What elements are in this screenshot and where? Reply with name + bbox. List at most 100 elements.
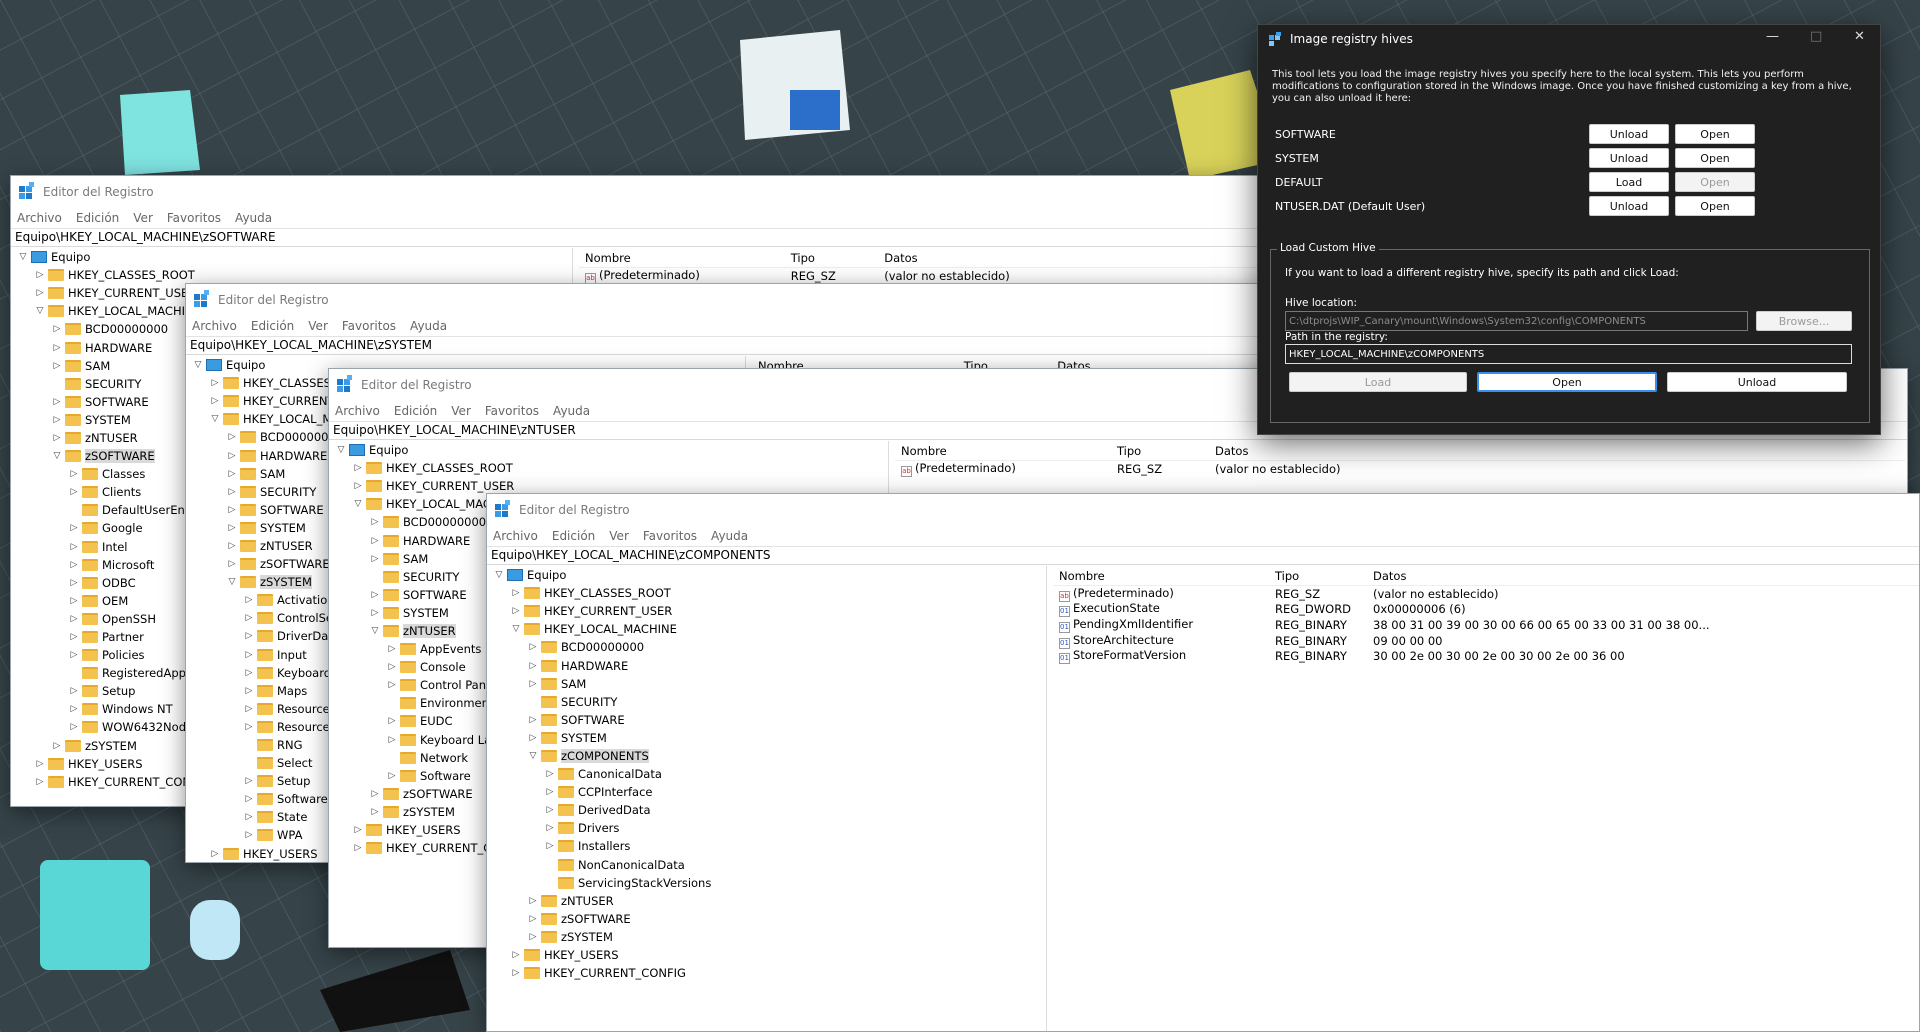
chevron-right-icon[interactable]: ▷ xyxy=(527,914,539,924)
chevron-right-icon[interactable]: ▷ xyxy=(243,722,255,732)
chevron-right-icon[interactable]: ▷ xyxy=(243,686,255,696)
value-row[interactable]: 01 StoreArchitecture REG_BINARY 09 00 00 00 xyxy=(1053,633,1919,649)
tree-node[interactable]: ▽ Equipo xyxy=(487,566,1046,584)
chevron-right-icon[interactable]: ▷ xyxy=(369,608,381,618)
chevron-right-icon[interactable]: ▷ xyxy=(352,463,364,473)
column-header-type[interactable]: Tipo xyxy=(1111,444,1209,458)
chevron-right-icon[interactable]: ▷ xyxy=(544,823,556,833)
menu-ayuda[interactable]: Ayuda xyxy=(711,529,748,543)
chevron-right-icon[interactable]: ▷ xyxy=(68,650,80,660)
tree-node[interactable]: NonCanonicalData xyxy=(487,856,1046,874)
tree-node[interactable]: ▽ Equipo xyxy=(11,248,572,266)
column-header-data[interactable]: Datos xyxy=(878,251,1259,265)
close-icon[interactable]: ✕ xyxy=(1854,29,1865,44)
menu-edicion[interactable]: Edición xyxy=(552,529,595,543)
chevron-right-icon[interactable]: ▷ xyxy=(68,560,80,570)
chevron-right-icon[interactable]: ▷ xyxy=(68,722,80,732)
menu-ver[interactable]: Ver xyxy=(609,529,629,543)
title-bar[interactable]: Editor del Registro xyxy=(11,176,1259,208)
title-bar[interactable]: Editor del Registro xyxy=(186,284,1434,316)
tree-node[interactable]: ▷ HKEY_CLASSES_ROOT xyxy=(487,584,1046,602)
chevron-right-icon[interactable]: ▷ xyxy=(34,270,46,280)
chevron-right-icon[interactable]: ▷ xyxy=(369,536,381,546)
chevron-down-icon[interactable]: ▽ xyxy=(369,626,381,636)
chevron-down-icon[interactable]: ▽ xyxy=(352,499,364,509)
value-row[interactable]: ab (Predeterminado) REG_SZ (valor no establ… xyxy=(579,268,1259,284)
hive-open-button[interactable]: Open xyxy=(1675,124,1755,144)
chevron-right-icon[interactable]: ▷ xyxy=(243,631,255,641)
chevron-right-icon[interactable]: ▷ xyxy=(226,451,238,461)
address-bar[interactable]: Equipo\HKEY_LOCAL_MACHINE\zSYSTEM xyxy=(186,336,1434,355)
menu-archivo[interactable]: Archivo xyxy=(192,319,237,333)
chevron-right-icon[interactable]: ▷ xyxy=(243,613,255,623)
value-row[interactable]: 01 PendingXmlIdentifier REG_BINARY 38 00 31… xyxy=(1053,617,1919,633)
chevron-right-icon[interactable]: ▷ xyxy=(369,517,381,527)
chevron-right-icon[interactable]: ▷ xyxy=(51,433,63,443)
chevron-right-icon[interactable]: ▷ xyxy=(386,771,398,781)
chevron-right-icon[interactable]: ▷ xyxy=(369,554,381,564)
chevron-right-icon[interactable]: ▷ xyxy=(51,324,63,334)
chevron-right-icon[interactable]: ▷ xyxy=(527,932,539,942)
chevron-right-icon[interactable]: ▷ xyxy=(243,595,255,605)
chevron-right-icon[interactable]: ▷ xyxy=(209,378,221,388)
chevron-right-icon[interactable]: ▷ xyxy=(544,787,556,797)
hive-load-unload-button[interactable]: Unload xyxy=(1589,196,1669,216)
chevron-right-icon[interactable]: ▷ xyxy=(243,794,255,804)
chevron-right-icon[interactable]: ▷ xyxy=(386,716,398,726)
chevron-right-icon[interactable]: ▷ xyxy=(226,559,238,569)
hive-location-field[interactable]: C:\dtprojs\WIP_Canary\mount\Windows\Syst… xyxy=(1285,311,1748,331)
tree-node[interactable]: ▷ DerivedData xyxy=(487,801,1046,819)
tree-node[interactable]: ▷ Drivers xyxy=(487,819,1046,837)
chevron-right-icon[interactable]: ▷ xyxy=(226,469,238,479)
chevron-right-icon[interactable]: ▷ xyxy=(386,680,398,690)
tree-node[interactable]: ▷ zSOFTWARE xyxy=(487,910,1046,928)
chevron-right-icon[interactable]: ▷ xyxy=(386,662,398,672)
column-header-name[interactable]: Nombre xyxy=(579,251,785,265)
value-row[interactable]: 01 ExecutionState REG_DWORD 0x00000006 (6) xyxy=(1053,601,1919,618)
chevron-right-icon[interactable]: ▷ xyxy=(243,668,255,678)
value-row[interactable]: ab (Predeterminado) REG_SZ (valor no establ… xyxy=(895,461,1905,477)
tree-node[interactable]: ▷ HKEY_CLASSES_ROOT xyxy=(329,459,888,477)
chevron-right-icon[interactable]: ▷ xyxy=(68,578,80,588)
menu-ayuda[interactable]: Ayuda xyxy=(410,319,447,333)
path-in-registry-field[interactable]: HKEY_LOCAL_MACHINE\zCOMPONENTS xyxy=(1285,344,1852,364)
value-row[interactable]: ab (Predeterminado) REG_SZ (valor no establ… xyxy=(1053,586,1919,602)
load-custom-button[interactable]: Load xyxy=(1289,372,1467,392)
chevron-right-icon[interactable]: ▷ xyxy=(527,733,539,743)
chevron-right-icon[interactable]: ▷ xyxy=(527,642,539,652)
tree-node[interactable]: ▷ BCD00000000 xyxy=(487,638,1046,656)
tree-node[interactable]: ▷ HKEY_CURRENT_USER xyxy=(487,602,1046,620)
menu-favoritos[interactable]: Favoritos xyxy=(167,211,221,225)
chevron-right-icon[interactable]: ▷ xyxy=(51,415,63,425)
chevron-right-icon[interactable]: ▷ xyxy=(51,741,63,751)
chevron-right-icon[interactable]: ▷ xyxy=(544,769,556,779)
chevron-right-icon[interactable]: ▷ xyxy=(226,432,238,442)
menu-favoritos[interactable]: Favoritos xyxy=(342,319,396,333)
column-header-type[interactable]: Tipo xyxy=(785,251,879,265)
chevron-right-icon[interactable]: ▷ xyxy=(68,704,80,714)
menu-ver[interactable]: Ver xyxy=(133,211,153,225)
chevron-right-icon[interactable]: ▷ xyxy=(51,361,63,371)
chevron-right-icon[interactable]: ▷ xyxy=(527,661,539,671)
tree-node[interactable]: ▷ CanonicalData xyxy=(487,765,1046,783)
menu-ayuda[interactable]: Ayuda xyxy=(553,404,590,418)
tree-node[interactable]: ▷ SYSTEM xyxy=(487,729,1046,747)
chevron-down-icon[interactable]: ▽ xyxy=(527,751,539,761)
chevron-right-icon[interactable]: ▷ xyxy=(51,343,63,353)
hive-load-unload-button[interactable]: Unload xyxy=(1589,148,1669,168)
menu-archivo[interactable]: Archivo xyxy=(493,529,538,543)
column-header-data[interactable]: Datos xyxy=(1367,569,1767,583)
chevron-right-icon[interactable]: ▷ xyxy=(243,776,255,786)
chevron-down-icon[interactable]: ▽ xyxy=(209,414,221,424)
chevron-down-icon[interactable]: ▽ xyxy=(51,451,63,461)
menu-ver[interactable]: Ver xyxy=(308,319,328,333)
chevron-right-icon[interactable]: ▷ xyxy=(544,841,556,851)
hive-open-button[interactable]: Open xyxy=(1675,172,1755,192)
chevron-right-icon[interactable]: ▷ xyxy=(510,968,522,978)
chevron-down-icon[interactable]: ▽ xyxy=(335,445,347,455)
open-custom-button[interactable]: Open xyxy=(1477,372,1657,392)
chevron-right-icon[interactable]: ▷ xyxy=(34,777,46,787)
address-bar[interactable]: Equipo\HKEY_LOCAL_MACHINE\zCOMPONENTS xyxy=(487,546,1919,565)
chevron-right-icon[interactable]: ▷ xyxy=(369,590,381,600)
menu-favoritos[interactable]: Favoritos xyxy=(643,529,697,543)
